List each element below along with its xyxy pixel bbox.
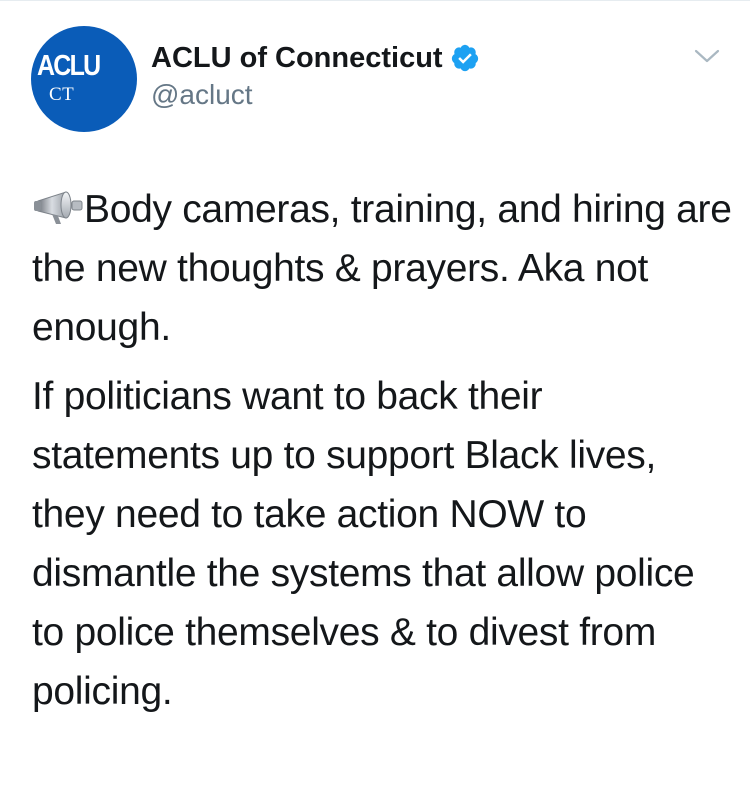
avatar-logo-subtext: CT	[49, 84, 75, 105]
tweet-paragraph-text: If politicians want to back their statem…	[32, 375, 695, 713]
megaphone-icon	[34, 191, 83, 224]
user-handle[interactable]: @acluct	[151, 77, 253, 113]
tweet-paragraph-text: Body cameras, training, and hiring are t…	[32, 188, 732, 349]
display-name-text: ACLU of Connecticut	[151, 42, 443, 74]
tweet-paragraph: If politicians want to back their statem…	[32, 367, 732, 721]
tweet-text: Body cameras, training, and hiring are t…	[32, 180, 732, 721]
display-name[interactable]: ACLU of Connecticut	[151, 40, 480, 76]
avatar-logo-text: ACLU	[37, 50, 101, 82]
tweet-paragraph: Body cameras, training, and hiring are t…	[32, 180, 732, 357]
verified-badge-icon	[451, 44, 478, 72]
top-divider	[0, 0, 750, 1]
avatar[interactable]: ACLU CT	[31, 26, 137, 132]
chevron-down-icon[interactable]	[690, 44, 724, 68]
